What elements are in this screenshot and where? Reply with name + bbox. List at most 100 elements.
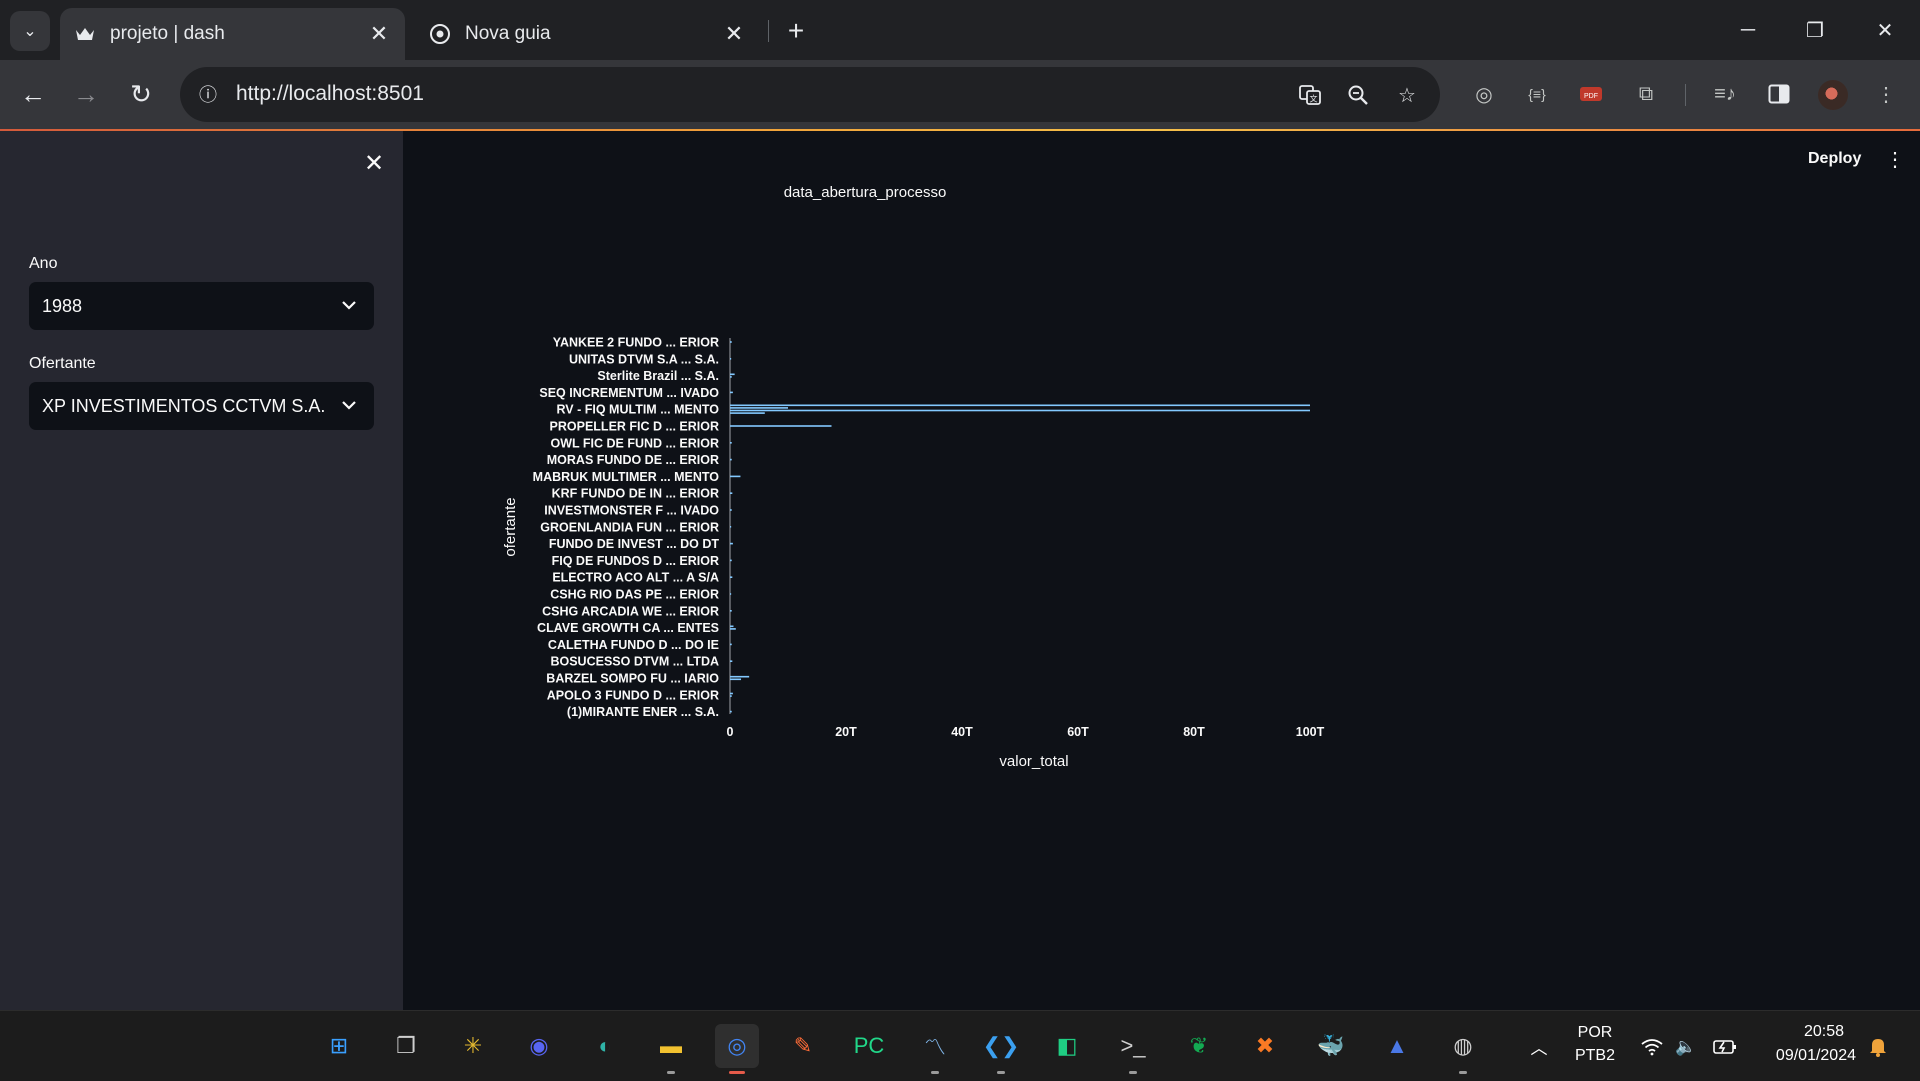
- language-indicator[interactable]: POR: [1572, 1024, 1618, 1042]
- profile-avatar[interactable]: [1818, 80, 1848, 110]
- bar[interactable]: [730, 373, 735, 376]
- bar[interactable]: [730, 542, 733, 545]
- app-menu-icon[interactable]: ⋮: [1883, 147, 1907, 171]
- notifications-bell-icon[interactable]: [1864, 1033, 1892, 1061]
- running-indicator: [1129, 1071, 1137, 1074]
- task-view-icon[interactable]: ❐: [384, 1024, 428, 1068]
- tab-search-button[interactable]: ⌄: [10, 11, 50, 51]
- extension-aperture-icon[interactable]: ◎: [1466, 76, 1502, 112]
- bar[interactable]: [730, 425, 832, 427]
- y-tick-label: Sterlite Brazil ... S.A.: [597, 369, 719, 383]
- bar[interactable]: [730, 660, 733, 662]
- vscode-icon[interactable]: ❮❯: [979, 1024, 1023, 1074]
- bar[interactable]: [730, 458, 732, 461]
- clock-date[interactable]: 09/01/2024: [1754, 1047, 1856, 1065]
- bar[interactable]: [730, 404, 1310, 407]
- bars-group: [730, 341, 1310, 713]
- bar[interactable]: [730, 628, 736, 630]
- deploy-button[interactable]: Deploy: [1808, 150, 1861, 168]
- bar[interactable]: [730, 678, 742, 681]
- close-tab-icon[interactable]: ✕: [720, 20, 748, 48]
- keyboard-layout-indicator[interactable]: PTB2: [1572, 1047, 1618, 1065]
- bar[interactable]: [730, 492, 733, 494]
- media-controls-icon[interactable]: ≡♪: [1707, 76, 1743, 112]
- url-text[interactable]: http://localhost:8501: [236, 82, 424, 106]
- show-hidden-icons-icon[interactable]: ︿: [1525, 1032, 1553, 1060]
- chrome-menu-icon[interactable]: ⋮: [1868, 76, 1904, 112]
- discord-icon[interactable]: ◉: [517, 1024, 561, 1068]
- terminal-icon[interactable]: >_: [1111, 1024, 1155, 1074]
- side-panel-icon[interactable]: [1761, 76, 1797, 112]
- mongodb-icon[interactable]: ❦: [1177, 1024, 1221, 1068]
- extensions-puzzle-icon[interactable]: ⧉: [1628, 76, 1664, 112]
- bar[interactable]: [730, 610, 732, 612]
- pycharm-icon[interactable]: PC: [847, 1024, 891, 1068]
- back-button[interactable]: ←: [13, 74, 53, 114]
- ano-select[interactable]: 1988: [29, 282, 374, 330]
- zoom-icon[interactable]: [1343, 80, 1373, 110]
- bar[interactable]: [730, 576, 733, 578]
- ofertante-select[interactable]: XP INVESTIMENTOS CCTVM S.A.: [29, 382, 374, 430]
- bar[interactable]: [730, 593, 732, 595]
- bar[interactable]: [730, 675, 750, 678]
- bar[interactable]: [730, 710, 732, 713]
- bar-chart: data_abertura_processo YANKEE 2 FUNDO ..…: [502, 184, 1325, 770]
- extension-brackets-icon[interactable]: {≡}: [1519, 76, 1555, 112]
- restore-window-button[interactable]: ❐: [1785, 8, 1845, 52]
- running-indicator: [931, 1071, 939, 1074]
- bar[interactable]: [730, 376, 732, 378]
- docker-icon[interactable]: 🐳: [1309, 1024, 1353, 1068]
- forward-button[interactable]: →: [66, 74, 106, 114]
- y-tick-label: CSHG RIO DAS PE ... ERIOR: [550, 588, 719, 602]
- file-explorer-icon[interactable]: ▬: [649, 1024, 693, 1074]
- slack-icon[interactable]: ✳: [451, 1024, 495, 1068]
- bar[interactable]: [730, 341, 732, 343]
- y-tick-label: ELECTRO ACO ALT ... A S/A: [552, 571, 719, 585]
- postman-icon[interactable]: ✎: [781, 1024, 825, 1068]
- bar[interactable]: [730, 409, 1310, 412]
- green-app-icon[interactable]: ◧: [1045, 1024, 1089, 1068]
- bar[interactable]: [730, 412, 765, 414]
- bar[interactable]: [730, 391, 733, 394]
- bookmark-star-icon[interactable]: ☆: [1392, 80, 1422, 110]
- tab-nova-guia[interactable]: Nova guia ✕: [415, 8, 760, 60]
- bar[interactable]: [730, 442, 732, 444]
- obs-icon[interactable]: ◍: [1441, 1024, 1485, 1074]
- new-tab-button[interactable]: +: [778, 13, 814, 49]
- close-tab-icon[interactable]: ✕: [365, 20, 393, 48]
- minimize-window-button[interactable]: ─: [1718, 8, 1778, 52]
- y-tick-label: UNITAS DTVM S.A ... S.A.: [569, 352, 719, 366]
- close-window-button[interactable]: ✕: [1855, 8, 1915, 52]
- reload-button[interactable]: ↻: [121, 74, 161, 114]
- bar[interactable]: [730, 692, 733, 695]
- bar[interactable]: [730, 526, 732, 528]
- xampp-icon[interactable]: ✖: [1243, 1024, 1287, 1068]
- azure-data-studio-icon[interactable]: ▲: [1375, 1024, 1419, 1068]
- windows-start-icon[interactable]: ⊞: [317, 1024, 361, 1068]
- bar[interactable]: [730, 407, 788, 409]
- address-bar[interactable]: ⓘ http://localhost:8501 文 ☆: [180, 67, 1440, 122]
- bar[interactable]: [730, 643, 732, 646]
- bar[interactable]: [730, 475, 741, 478]
- resource-monitor-icon[interactable]: 〽: [913, 1024, 957, 1074]
- tab-projeto-dash[interactable]: projeto | dash ✕: [60, 8, 405, 60]
- volume-icon[interactable]: 🔈: [1672, 1033, 1700, 1061]
- chrome-icon[interactable]: ◎: [715, 1024, 759, 1074]
- wifi-icon[interactable]: [1638, 1033, 1666, 1061]
- x-tick-label: 20T: [835, 725, 857, 739]
- bar[interactable]: [730, 509, 732, 511]
- site-info-icon[interactable]: ⓘ: [194, 80, 222, 108]
- extension-pdf-icon[interactable]: PDF: [1573, 76, 1609, 112]
- battery-charging-icon[interactable]: [1711, 1033, 1739, 1061]
- close-sidebar-icon[interactable]: ✕: [360, 149, 388, 177]
- translate-icon[interactable]: 文: [1295, 80, 1325, 110]
- bar[interactable]: [730, 358, 732, 360]
- bar[interactable]: [730, 625, 734, 628]
- bar[interactable]: [730, 559, 732, 562]
- bar[interactable]: [730, 695, 732, 697]
- running-indicator: [997, 1071, 1005, 1074]
- svg-text:文: 文: [1310, 94, 1318, 104]
- y-tick-label: OWL FIC DE FUND ... ERIOR: [550, 436, 719, 450]
- edge-icon[interactable]: ◐: [583, 1024, 627, 1068]
- clock-time[interactable]: 20:58: [1754, 1023, 1844, 1041]
